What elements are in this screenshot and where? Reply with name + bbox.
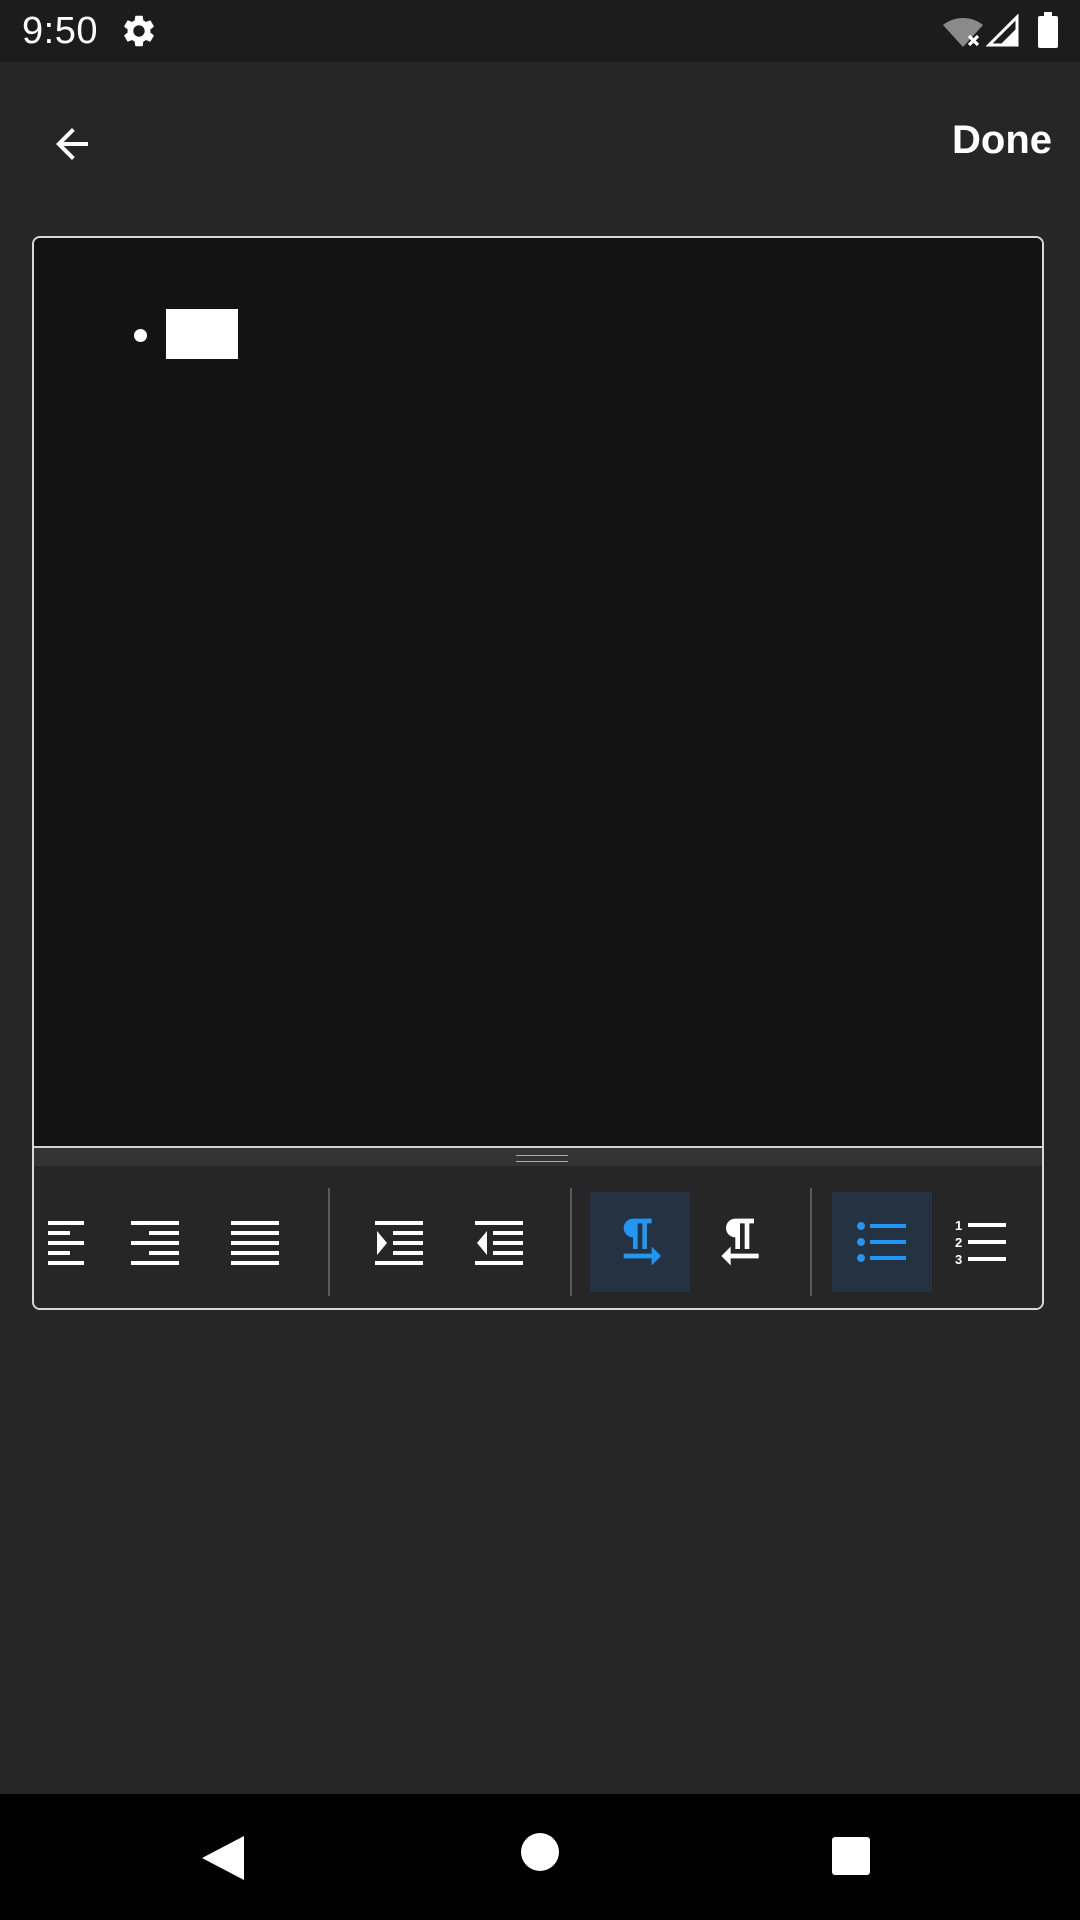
formatting-toolbar: 1 2 3	[34, 1166, 1042, 1308]
toolbar-separator	[810, 1188, 812, 1296]
ltr-paragraph-icon	[623, 1218, 661, 1266]
toolbar-separator	[328, 1188, 330, 1296]
done-button[interactable]: Done	[952, 110, 1052, 171]
indent-increase-button[interactable]	[350, 1192, 450, 1292]
nav-back-icon[interactable]	[200, 1834, 246, 1882]
arrow-left-icon	[56, 128, 88, 160]
rich-text-editor: 1 2 3	[32, 236, 1044, 1310]
text-cursor-selection	[166, 309, 238, 359]
back-button[interactable]	[40, 112, 104, 176]
indent-decrease-button[interactable]	[450, 1192, 550, 1292]
align-justify-button[interactable]	[206, 1192, 306, 1292]
svg-text:2: 2	[955, 1235, 962, 1250]
nav-recents-icon[interactable]	[831, 1836, 871, 1876]
bullet-point	[134, 329, 147, 342]
resize-handle[interactable]	[34, 1148, 1042, 1166]
wifi-off-icon	[943, 18, 983, 47]
toolbar-separator	[570, 1188, 572, 1296]
cell-signal-icon	[986, 14, 1019, 47]
align-right-button[interactable]	[106, 1192, 206, 1292]
resize-grip	[516, 1155, 568, 1162]
editor-text-area[interactable]	[34, 238, 1042, 1146]
gear-icon	[124, 15, 154, 47]
status-bar: 9:50	[0, 0, 1080, 62]
status-time: 9:50	[22, 10, 98, 52]
align-justify-icon	[231, 1221, 279, 1265]
app-bar: Done	[0, 62, 1080, 210]
numbered-list-icon: 1 2 3	[955, 1218, 1006, 1267]
numbered-list-button[interactable]: 1 2 3	[932, 1192, 1032, 1292]
indent-decrease-icon	[475, 1221, 523, 1265]
rtl-direction-button[interactable]	[690, 1192, 790, 1292]
svg-text:3: 3	[955, 1252, 962, 1267]
align-left-icon	[48, 1221, 84, 1265]
system-nav-bar	[0, 1794, 1080, 1920]
bulleted-list-button[interactable]	[832, 1192, 932, 1292]
battery-icon	[1038, 12, 1058, 48]
bulleted-list-icon	[857, 1222, 906, 1262]
nav-home-icon[interactable]	[520, 1832, 560, 1872]
svg-text:1: 1	[955, 1218, 962, 1233]
rtl-paragraph-icon	[721, 1218, 759, 1266]
align-right-icon	[131, 1221, 179, 1265]
ltr-direction-button[interactable]	[590, 1192, 690, 1292]
indent-increase-icon	[375, 1221, 423, 1265]
